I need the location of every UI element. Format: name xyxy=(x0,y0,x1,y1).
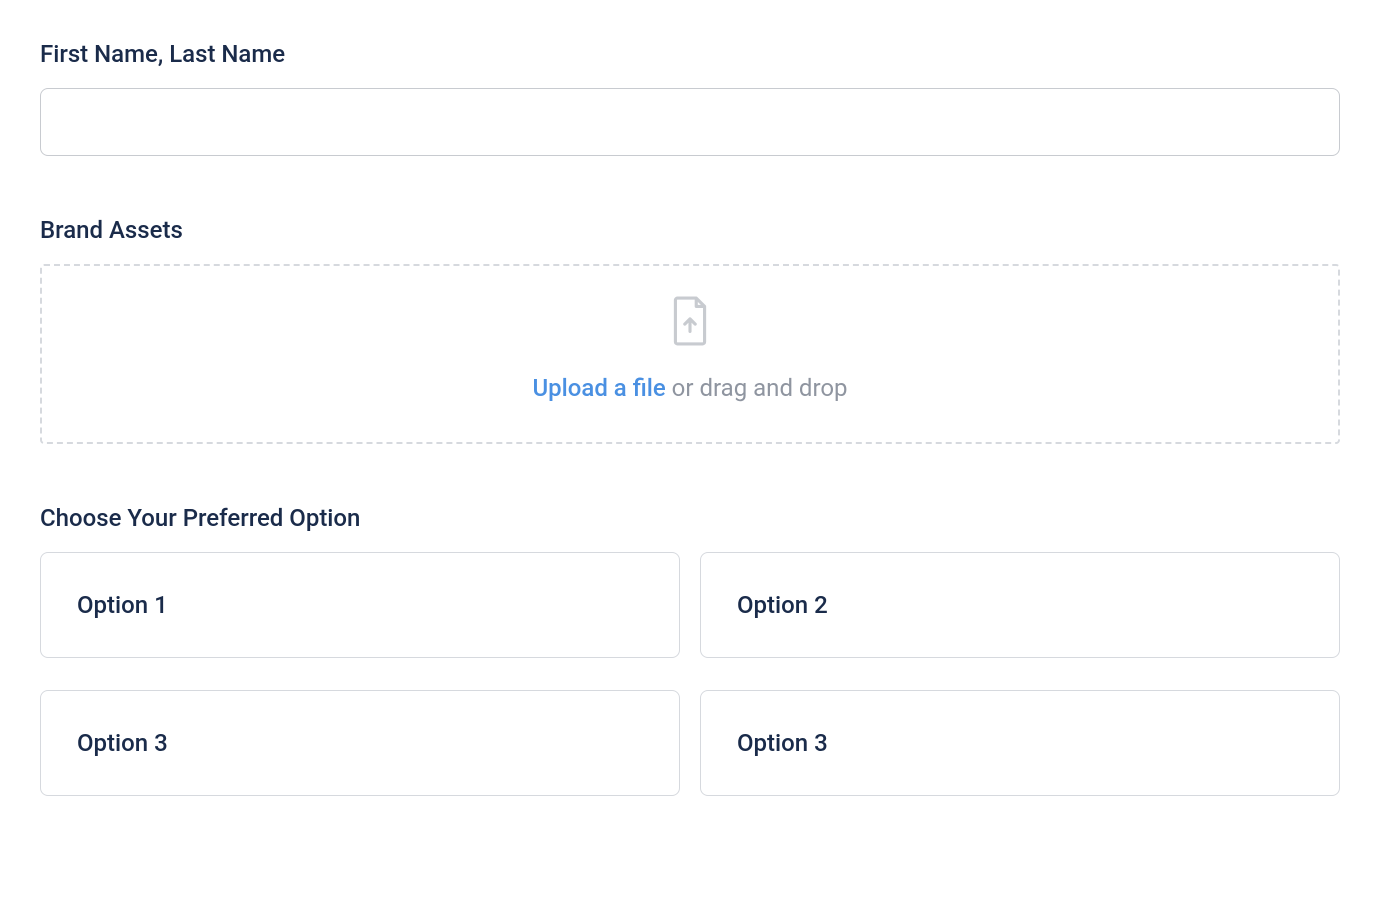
option-card-2[interactable]: Option 2 xyxy=(700,552,1340,658)
upload-file-link[interactable]: Upload a file xyxy=(532,374,665,402)
preferred-option-label: Choose Your Preferred Option xyxy=(40,504,1340,532)
file-upload-icon xyxy=(669,296,711,346)
brand-assets-section: Brand Assets Upload a file or drag and d… xyxy=(40,216,1340,444)
dropzone-suffix: or drag and drop xyxy=(666,374,848,402)
options-grid: Option 1 Option 2 Option 3 Option 3 xyxy=(40,552,1340,796)
option-card-1[interactable]: Option 1 xyxy=(40,552,680,658)
name-section: First Name, Last Name xyxy=(40,40,1340,156)
name-input[interactable] xyxy=(40,88,1340,156)
option-card-4[interactable]: Option 3 xyxy=(700,690,1340,796)
option-card-3[interactable]: Option 3 xyxy=(40,690,680,796)
brand-assets-label: Brand Assets xyxy=(40,216,1340,244)
preferred-option-section: Choose Your Preferred Option Option 1 Op… xyxy=(40,504,1340,796)
name-label: First Name, Last Name xyxy=(40,40,1340,68)
dropzone-text: Upload a file or drag and drop xyxy=(532,374,847,402)
file-dropzone[interactable]: Upload a file or drag and drop xyxy=(40,264,1340,444)
